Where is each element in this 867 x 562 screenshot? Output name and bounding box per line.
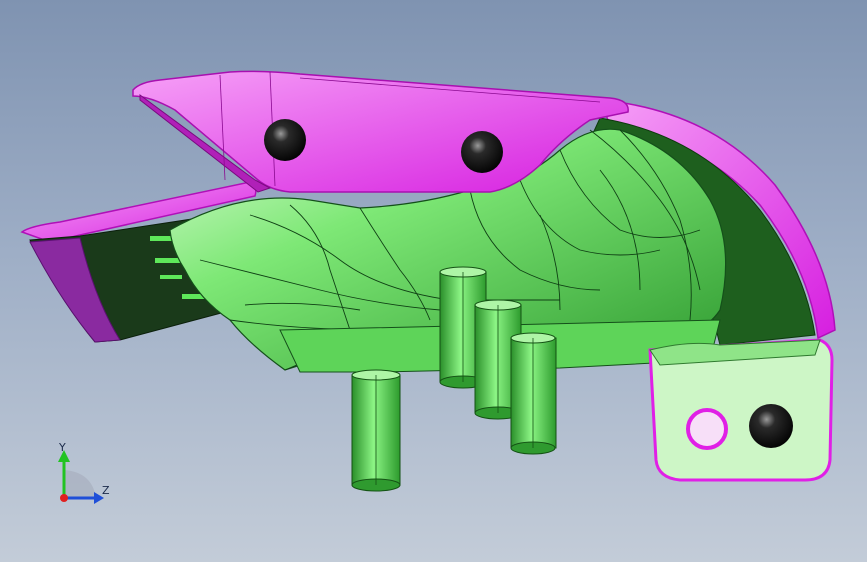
triad-plane-shade <box>64 470 96 498</box>
cover-ball-right <box>461 131 503 173</box>
bracket-hole <box>686 408 728 450</box>
3d-viewport[interactable]: Y Z <box>0 0 867 562</box>
cover-ball-left <box>264 119 306 161</box>
model-view[interactable] <box>0 0 867 562</box>
pin-front[interactable] <box>351 369 401 492</box>
triad-x-origin <box>60 494 68 502</box>
orientation-triad[interactable] <box>58 450 104 504</box>
bracket-ball <box>749 404 793 448</box>
pin-right[interactable] <box>510 332 557 455</box>
triad-z-label: Z <box>102 484 110 497</box>
triad-y-label: Y <box>59 441 66 454</box>
